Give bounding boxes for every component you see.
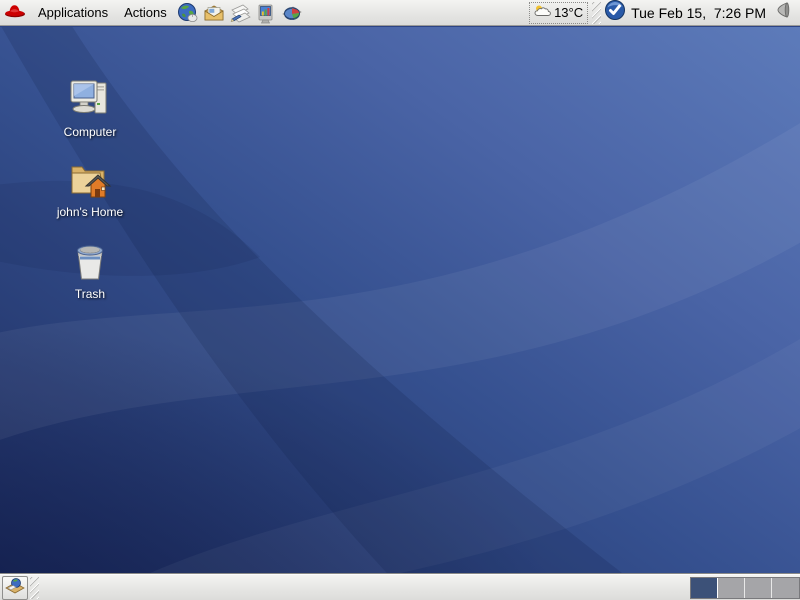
redhat-fedora-icon <box>4 2 26 23</box>
email-launcher[interactable] <box>201 0 227 26</box>
workspace-2[interactable] <box>718 578 745 598</box>
desktop-icon-label: Trash <box>30 287 150 301</box>
cloud-sun-icon <box>534 4 552 21</box>
menu-applications[interactable]: Applications <box>30 0 116 26</box>
computer-icon <box>30 77 150 121</box>
desktop-icon-trash[interactable]: Trash <box>30 239 150 301</box>
show-desktop-icon <box>5 576 25 599</box>
word-processor-icon <box>229 2 251 24</box>
web-browser-launcher[interactable] <box>175 0 201 26</box>
workspace-4[interactable] <box>772 578 799 598</box>
volume-applet[interactable] <box>772 1 794 25</box>
desktop-icon-computer[interactable]: Computer <box>30 77 150 139</box>
web-browser-icon <box>177 2 199 24</box>
desktop-wallpaper[interactable]: Computer john's Home <box>0 27 800 573</box>
desktop-icon-label: john's Home <box>30 205 150 219</box>
presentation-launcher[interactable] <box>253 0 279 26</box>
weather-applet[interactable]: 13°C <box>529 2 588 24</box>
update-check-icon <box>604 0 626 26</box>
applet-drag-handle[interactable] <box>592 2 601 24</box>
clock-applet[interactable]: Tue Feb 15, 7:26 PM <box>627 5 772 21</box>
email-icon <box>203 2 225 24</box>
window-list-drag-handle[interactable] <box>30 577 39 599</box>
main-menu-button[interactable] <box>0 0 30 26</box>
trash-icon <box>30 239 150 283</box>
workspace-switcher[interactable] <box>690 577 800 599</box>
update-notifier-applet[interactable] <box>603 1 627 25</box>
spreadsheet-launcher[interactable] <box>279 0 305 26</box>
weather-temperature: 13°C <box>554 5 583 20</box>
workspace-3[interactable] <box>745 578 772 598</box>
workspace-1[interactable] <box>691 578 718 598</box>
desktop-icon-label: Computer <box>30 125 150 139</box>
show-desktop-button[interactable] <box>2 576 28 600</box>
word-processor-launcher[interactable] <box>227 0 253 26</box>
home-folder-icon <box>30 157 150 201</box>
spreadsheet-icon <box>281 2 303 24</box>
presentation-icon <box>255 2 277 24</box>
bottom-panel <box>0 574 800 600</box>
speaker-icon <box>775 1 791 24</box>
desktop-icon-home[interactable]: john's Home <box>30 157 150 219</box>
menu-actions[interactable]: Actions <box>116 0 175 26</box>
desktop-screen: Applications Actions <box>0 0 800 600</box>
top-panel: Applications Actions <box>0 0 800 26</box>
